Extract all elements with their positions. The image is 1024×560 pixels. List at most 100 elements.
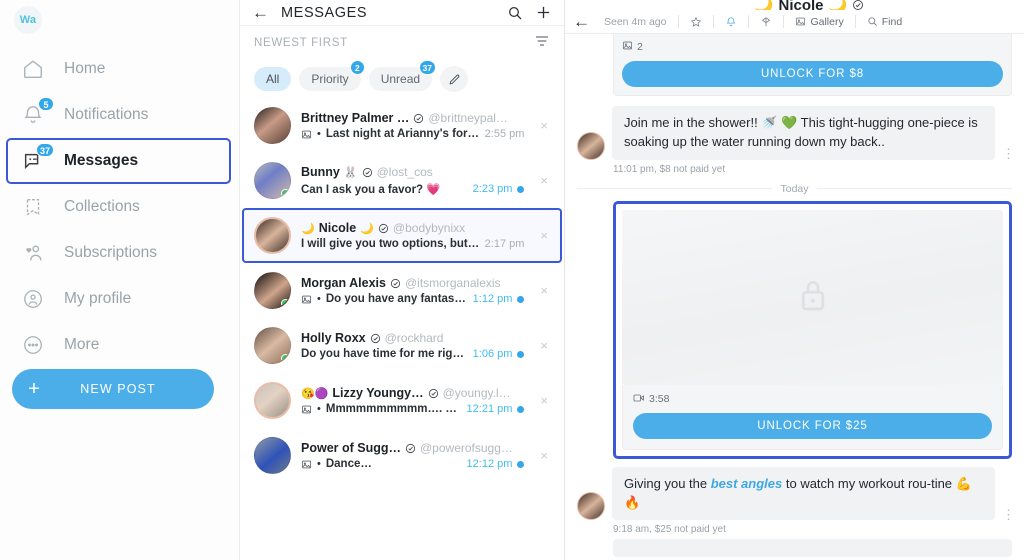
chip-all[interactable]: All	[254, 67, 292, 91]
ellipsis-circle-icon	[20, 332, 46, 358]
gallery-label: Gallery	[810, 15, 844, 28]
chat-contact-name-group: 🌙 Nicole 🌙	[755, 0, 864, 10]
row-title-line: Morgan Alexis @itsmorganalexis	[301, 276, 524, 290]
close-icon[interactable]: ×	[534, 393, 554, 408]
message-preview: I will give you two options, but you …	[301, 238, 480, 250]
table-row[interactable]: Power of Sugg… @powerofsugg… • Dance… 12…	[242, 428, 562, 483]
notifications-badge: 5	[38, 97, 54, 111]
sidebar-item-notifications[interactable]: 5 Notifications	[6, 92, 231, 138]
sidebar-item-messages[interactable]: 37 Messages	[6, 138, 231, 184]
chip-priority[interactable]: Priority 2	[299, 60, 365, 91]
message-options-icon[interactable]: ⋮	[1002, 508, 1015, 521]
close-icon[interactable]: ×	[534, 448, 554, 463]
message-thread: 2 UNLOCK FOR $8 Join me in the shower!! …	[565, 34, 1024, 560]
message-list-panel: ← MESSAGES NEWEST FIRST All Priority 2 U…	[240, 0, 565, 560]
avatar	[577, 492, 605, 521]
notify-button[interactable]	[714, 16, 748, 28]
close-icon[interactable]: ×	[534, 118, 554, 133]
media-duration: 3:58	[649, 393, 670, 406]
page-title: MESSAGES	[281, 4, 368, 21]
unread-dot	[517, 350, 525, 358]
timestamp: 1:06 pm	[472, 348, 513, 360]
verified-icon	[362, 167, 373, 178]
media-count: 2	[637, 41, 643, 53]
verified-icon	[370, 333, 381, 344]
online-indicator	[281, 189, 290, 198]
contact-name: Bunny	[301, 165, 340, 179]
sidebar-item-label: Home	[64, 60, 106, 77]
avatar	[254, 217, 291, 254]
sidebar-item-my-profile[interactable]: My profile	[6, 276, 231, 322]
locked-media-card-top: 2 UNLOCK FOR $8	[613, 34, 1012, 96]
app-logo[interactable]: Wa	[14, 6, 42, 34]
unread-dot	[517, 185, 525, 193]
message-preview: Dance…	[325, 458, 372, 470]
unlock-button-25[interactable]: UNLOCK FOR $25	[633, 412, 992, 439]
search-icon[interactable]	[507, 5, 523, 21]
bell-icon	[725, 16, 737, 28]
sort-label: NEWEST FIRST	[254, 37, 348, 49]
pencil-icon	[449, 74, 459, 84]
sidebar-item-label: Notifications	[64, 106, 149, 123]
media-duration-row: 3:58	[633, 393, 992, 406]
unlock-button-8[interactable]: UNLOCK FOR $8	[622, 61, 1003, 87]
close-icon[interactable]: ×	[534, 173, 554, 188]
sidebar-item-collections[interactable]: Collections	[6, 184, 231, 230]
row-preview-line: I will give you two options, but you … 2…	[301, 238, 524, 250]
row-preview-line: • Dance… 12:12 pm	[301, 458, 525, 470]
table-row[interactable]: 😘🟣 Lizzy Youngy… @youngy.l… • Mmmmmmmmmm…	[242, 373, 562, 428]
chip-label: Unread	[380, 72, 421, 86]
sidebar-item-more[interactable]: More	[6, 322, 231, 368]
pin-button[interactable]	[749, 16, 783, 28]
message-preview: Do you have any fantasies w…	[325, 293, 468, 305]
table-row[interactable]: Morgan Alexis @itsmorganalexis • Do you …	[242, 263, 562, 318]
new-message-icon[interactable]	[535, 4, 552, 21]
table-row[interactable]: Brittney Palmer … @brittneypal… • Last n…	[242, 98, 562, 153]
logo-container: Wa	[0, 0, 239, 40]
avatar	[254, 272, 291, 309]
timestamp: 2:55 pm	[484, 128, 525, 140]
new-post-label: NEW POST	[80, 382, 156, 396]
compose-pencil-button[interactable]	[440, 66, 469, 92]
name-emoji: 🐰	[343, 166, 358, 179]
close-icon[interactable]: ×	[534, 338, 554, 353]
contact-name: Lizzy Youngy…	[332, 386, 424, 400]
find-label: Find	[881, 15, 903, 28]
table-row[interactable]: 🌙 Nicole 🌙 @bodybynixx I will give you t…	[242, 208, 562, 263]
day-separator-label: Today	[780, 182, 809, 195]
message-bubble: Giving you the best angles to watch my w…	[612, 466, 995, 521]
message-options-icon[interactable]: ⋮	[1002, 147, 1015, 160]
lock-icon	[796, 274, 830, 321]
row-title-line: 🌙 Nicole 🌙 @bodybynixx	[301, 221, 524, 235]
message-preview: Do you have time for me right no…	[301, 348, 468, 360]
row-preview-line: • Do you have any fantasies w… 1:12 pm	[301, 293, 525, 305]
sidebar-item-subscriptions[interactable]: Subscriptions	[6, 230, 231, 276]
gallery-button[interactable]: Gallery	[784, 16, 854, 28]
chip-unread[interactable]: Unread 37	[368, 60, 437, 91]
verified-icon	[378, 223, 389, 234]
table-row[interactable]: Holly Roxx @rockhard Do you have time fo…	[242, 318, 562, 373]
message-preview: Can I ask you a favor? 💗	[301, 184, 441, 196]
profile-circle-icon	[20, 286, 46, 312]
contact-emoji-right: 🌙	[828, 0, 848, 10]
divider	[816, 188, 1012, 190]
favorite-button[interactable]	[679, 16, 713, 28]
row-body: 🌙 Nicole 🌙 @bodybynixx I will give you t…	[301, 221, 524, 250]
new-post-button[interactable]: + NEW POST	[12, 369, 214, 409]
message-list-header: ← MESSAGES	[240, 0, 564, 26]
back-arrow-icon[interactable]: ←	[573, 13, 590, 30]
close-icon[interactable]: ×	[534, 228, 554, 243]
back-arrow-icon[interactable]: ←	[252, 4, 269, 21]
seen-status: Seen 4m ago	[604, 15, 667, 28]
contact-name: Power of Sugg…	[301, 441, 401, 455]
table-row[interactable]: Bunny 🐰 @lost_cos Can I ask you a favor?…	[242, 153, 562, 208]
row-title-line: 😘🟣 Lizzy Youngy… @youngy.l…	[301, 386, 524, 400]
sidebar-item-home[interactable]: Home	[6, 46, 231, 92]
avatar	[254, 382, 291, 419]
sidebar: Wa Home 5 Notifications 37 Messages Coll…	[0, 0, 240, 560]
sort-filter-icon[interactable]	[534, 34, 550, 53]
find-button[interactable]: Find	[856, 16, 913, 28]
message-row: Join me in the shower!! 🚿 💚 This tight-h…	[577, 106, 1015, 160]
messages-badge: 37	[35, 143, 54, 157]
close-icon[interactable]: ×	[534, 283, 554, 298]
